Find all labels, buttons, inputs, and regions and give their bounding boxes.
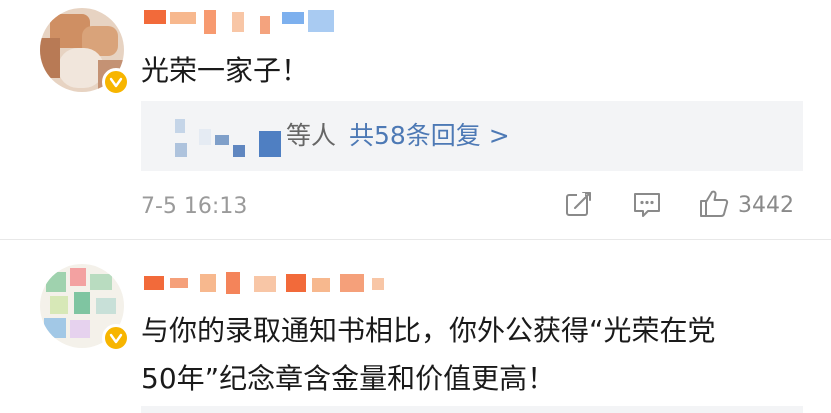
comment-icon <box>632 189 662 223</box>
username[interactable] <box>144 270 394 298</box>
comment-text: 光荣一家子！ <box>141 54 310 87</box>
share-icon <box>564 189 594 223</box>
comment-text-line-2: 50年”纪念章含金量和价值更高！ <box>141 362 556 395</box>
comment-text-line-1: 与你的录取通知书相比，你外公获得“光荣在党 <box>141 314 716 347</box>
reply-suffix: 等人 <box>286 121 337 150</box>
username[interactable] <box>144 8 344 36</box>
comment-button[interactable] <box>632 190 662 222</box>
reply-preview[interactable]: 等人 共58条回复 > <box>141 101 803 171</box>
verified-badge-icon <box>102 324 130 352</box>
avatar[interactable] <box>40 8 130 96</box>
view-replies-link[interactable]: 共58条回复 > <box>349 119 510 153</box>
like-count: 3442 <box>738 193 794 218</box>
avatar[interactable] <box>40 264 130 352</box>
comment-item: 光荣一家子！ 等人 共58条回复 > 7-5 16:13 3442 <box>0 0 831 240</box>
like-button[interactable]: 3442 <box>698 190 794 222</box>
repost-button[interactable] <box>564 190 594 222</box>
timestamp: 7-5 16:13 <box>141 194 248 219</box>
verified-badge-icon <box>102 68 130 96</box>
reply-preview[interactable] <box>141 406 803 413</box>
thumbs-up-icon <box>698 188 730 224</box>
comment-item: 与你的录取通知书相比，你外公获得“光荣在党 50年”纪念章含金量和价值更高！ <box>0 240 831 413</box>
